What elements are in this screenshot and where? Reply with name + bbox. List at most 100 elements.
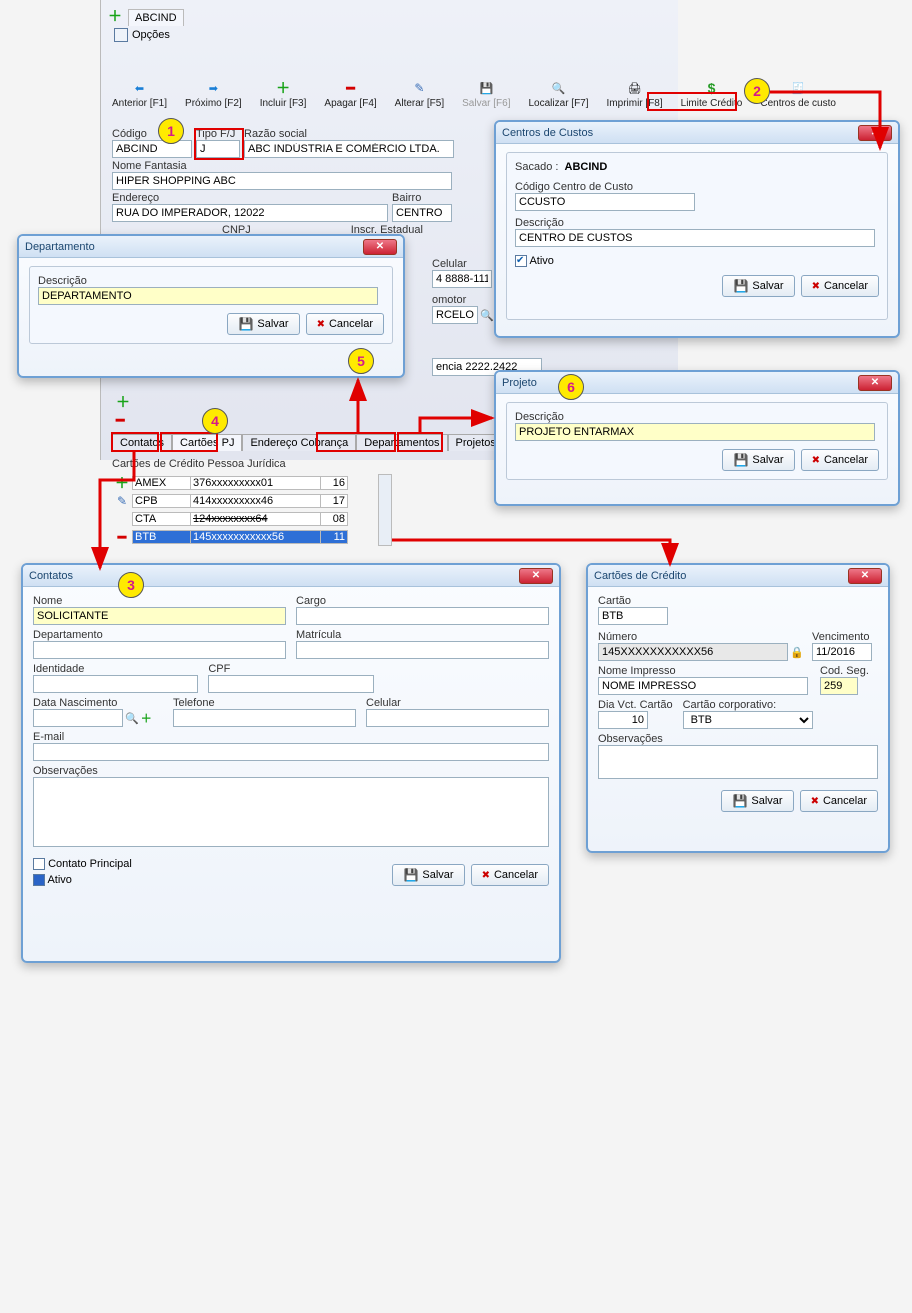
close-button[interactable]: ✕ xyxy=(848,568,882,584)
matricula-label: Matrícula xyxy=(296,629,549,641)
fantasia-input[interactable] xyxy=(112,172,452,190)
cartao-input[interactable] xyxy=(598,607,668,625)
salvar-button[interactable]: Salvar xyxy=(722,275,794,297)
telefone-input[interactable] xyxy=(173,709,356,727)
celular2-label: Celular xyxy=(366,697,549,709)
codigo-cc-input[interactable] xyxy=(515,193,695,211)
numero-label: Número xyxy=(598,631,806,643)
toolbar-incluir[interactable]: ＋Incluir [F3] xyxy=(260,78,307,109)
celular-label: Celular xyxy=(432,258,492,270)
corporativo-select[interactable]: BTB xyxy=(683,711,813,729)
cancelar-button[interactable]: Cancelar xyxy=(801,449,879,471)
matricula-input[interactable] xyxy=(296,641,549,659)
toolbar-salvar[interactable]: 💾Salvar [F6] xyxy=(462,78,510,109)
cpf-input[interactable] xyxy=(208,675,373,693)
celular-input[interactable] xyxy=(432,270,492,288)
toolbar-localizar[interactable]: Localizar [F7] xyxy=(529,78,589,109)
celular2-input[interactable] xyxy=(366,709,549,727)
lock-icon[interactable]: 🔒 xyxy=(790,646,804,659)
search-icon[interactable] xyxy=(125,712,139,725)
main-form: Código Tipo F/J Razão social Nome Fantas… xyxy=(112,128,454,236)
card-row[interactable]: ━BTB145xxxxxxxxxxx5611 xyxy=(112,528,378,546)
descricao-label: Descrição xyxy=(515,411,879,423)
dialog-projeto: Projeto ✕ Descrição Salvar Cancelar xyxy=(494,370,900,506)
dialog-title: Projeto xyxy=(502,377,537,389)
tab-departamentos[interactable]: Departamentos xyxy=(356,434,447,451)
salvar-button[interactable]: Salvar xyxy=(227,313,299,335)
plus-icon[interactable]: ＋ xyxy=(141,710,152,726)
cost-center-icon: 🧾 xyxy=(791,78,805,98)
dialog-title: Cartões de Crédito xyxy=(594,570,686,582)
salvar-button[interactable]: Salvar xyxy=(722,449,794,471)
nome-impresso-input[interactable] xyxy=(598,677,808,695)
dialog-title: Contatos xyxy=(29,570,73,582)
options-menu[interactable]: Opções xyxy=(114,28,170,42)
codseg-input[interactable] xyxy=(820,677,858,695)
cargo-input[interactable] xyxy=(296,607,549,625)
razao-input[interactable] xyxy=(244,140,454,158)
numero-input[interactable] xyxy=(598,643,788,661)
edit-icon: ✎ xyxy=(414,78,424,98)
cancelar-button[interactable]: Cancelar xyxy=(801,275,879,297)
ativo-checkbox[interactable] xyxy=(33,874,45,886)
badge-3: 3 xyxy=(118,572,144,598)
tab-contatos[interactable]: Contatos xyxy=(112,434,172,451)
email-input[interactable] xyxy=(33,743,549,761)
plus-icon[interactable]: ＋ xyxy=(112,473,132,493)
nasc-input[interactable] xyxy=(33,709,123,727)
plus-icon[interactable]: ＋ xyxy=(116,392,130,412)
identidade-input[interactable] xyxy=(33,675,198,693)
descricao-cc-input[interactable] xyxy=(515,229,875,247)
close-button[interactable]: ✕ xyxy=(858,375,892,391)
obs-textarea[interactable] xyxy=(33,777,549,847)
departamento-input[interactable] xyxy=(33,641,286,659)
salvar-button[interactable]: Salvar xyxy=(721,790,793,812)
dia-vct-input[interactable] xyxy=(598,711,648,729)
tipo-input[interactable] xyxy=(196,140,240,158)
close-button[interactable]: ✕ xyxy=(858,125,892,141)
descricao-input[interactable] xyxy=(38,287,378,305)
toolbar-limite[interactable]: Limite Crédito xyxy=(681,78,743,109)
dollar-icon xyxy=(708,78,716,98)
scrollbar[interactable] xyxy=(378,474,392,546)
card-row[interactable]: ✎CPB414xxxxxxxxx4617 xyxy=(112,492,378,510)
cancelar-button[interactable]: Cancelar xyxy=(306,313,384,335)
codigo-input[interactable] xyxy=(112,140,192,158)
minus-icon[interactable]: ━ xyxy=(112,529,132,546)
tab-title[interactable]: ABCIND xyxy=(128,9,184,26)
endereco-input[interactable] xyxy=(112,204,388,222)
toolbar-imprimir[interactable]: Imprimir [F8] xyxy=(607,78,663,109)
venc-input[interactable] xyxy=(812,643,872,661)
obs-textarea[interactable] xyxy=(598,745,878,779)
codigo-cc-label: Código Centro de Custo xyxy=(515,181,879,193)
descricao-label: Descrição xyxy=(38,275,384,287)
close-button[interactable]: ✕ xyxy=(519,568,553,584)
telefone-label: Telefone xyxy=(173,697,356,709)
ativo-checkbox[interactable] xyxy=(515,255,527,267)
edit-icon[interactable]: ✎ xyxy=(112,494,132,508)
cancelar-button[interactable]: Cancelar xyxy=(471,864,549,886)
tab-endereco-cobranca[interactable]: Endereço Cobrança xyxy=(242,434,356,451)
tab-cartoes-pj[interactable]: Cartões PJ xyxy=(172,434,242,451)
toolbar-alterar[interactable]: ✎Alterar [F5] xyxy=(395,78,444,109)
cartoes-header: Cartões de Crédito Pessoa Jurídica xyxy=(112,458,286,470)
bairro-input[interactable] xyxy=(392,204,452,222)
nome-input[interactable] xyxy=(33,607,286,625)
descricao-input[interactable] xyxy=(515,423,875,441)
card-row[interactable]: ＋AMEX376xxxxxxxxx0116 xyxy=(112,474,378,492)
salvar-button[interactable]: Salvar xyxy=(392,864,464,886)
card-row[interactable]: CTA124xxxxxxxx6408 xyxy=(112,510,378,528)
toolbar-apagar[interactable]: ━Apagar [F4] xyxy=(324,78,376,109)
tipo-label: Tipo F/J xyxy=(196,128,240,140)
toolbar-anterior[interactable]: Anterior [F1] xyxy=(112,78,167,109)
close-button[interactable]: ✕ xyxy=(363,239,397,255)
minus-icon[interactable]: ━ xyxy=(116,412,124,428)
toolbar-proximo[interactable]: Próximo [F2] xyxy=(185,78,242,109)
identidade-label: Identidade xyxy=(33,663,198,675)
plus-icon[interactable]: ＋ xyxy=(108,6,122,26)
cancelar-button[interactable]: Cancelar xyxy=(800,790,878,812)
search-icon[interactable] xyxy=(480,309,494,322)
motor-input[interactable] xyxy=(432,306,478,324)
toolbar-centros-custo[interactable]: 🧾Centros de custo xyxy=(760,78,836,109)
contato-principal-checkbox[interactable] xyxy=(33,858,45,870)
